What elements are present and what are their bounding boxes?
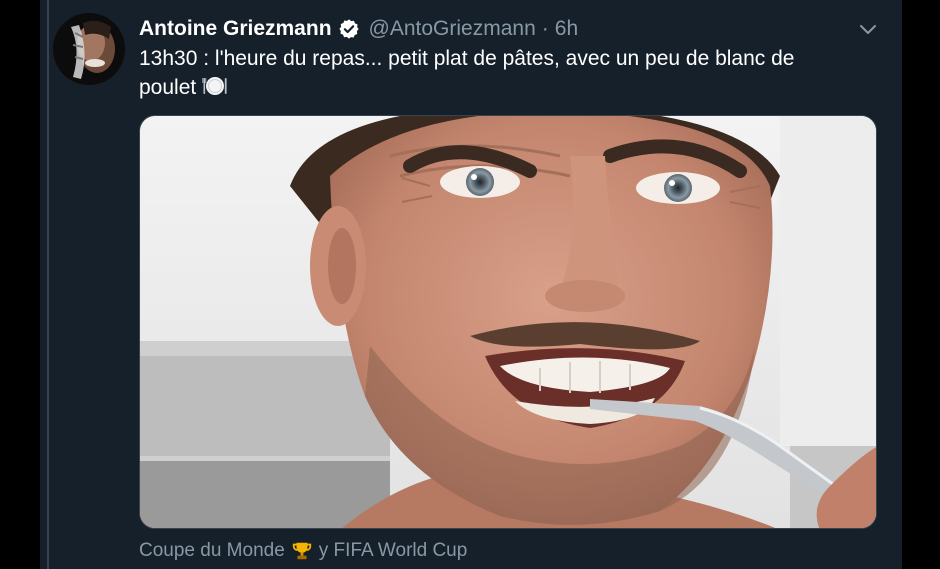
- timestamp[interactable]: 6h: [555, 17, 578, 41]
- footer-label-after[interactable]: y FIFA World Cup: [319, 540, 468, 562]
- trophy-emoji-icon: [291, 540, 313, 562]
- thread-connector-line: [47, 0, 49, 569]
- chevron-down-icon[interactable]: [856, 17, 880, 41]
- footer-label-before[interactable]: Coupe du Monde: [139, 540, 285, 562]
- fork-knife-plate-emoji-icon: [202, 74, 228, 98]
- verified-badge-icon: [338, 18, 360, 40]
- tweet-text: 13h30 : l'heure du repas... petit plat d…: [139, 44, 859, 102]
- avatar[interactable]: [53, 13, 125, 85]
- handle[interactable]: @AntoGriezmann: [369, 17, 536, 41]
- photo-image: [140, 116, 876, 528]
- tweet-text-line-1: 13h30 : l'heure du repas... petit plat d…: [139, 47, 795, 70]
- page: Antoine Griezmann @AntoGriezmann · 6h 13…: [0, 0, 940, 569]
- separator-dot: ·: [541, 17, 549, 40]
- avatar-image: [53, 13, 125, 85]
- tweet-text-line-2: poulet: [139, 73, 859, 102]
- display-name[interactable]: Antoine Griezmann: [139, 17, 332, 41]
- social-context-footer[interactable]: Coupe du Monde y FIFA World Cup: [139, 540, 467, 562]
- tweet-text-line-2-label: poulet: [139, 76, 197, 99]
- tweet-header: Antoine Griezmann @AntoGriezmann · 6h: [139, 14, 578, 44]
- tweet-photo[interactable]: [139, 115, 877, 529]
